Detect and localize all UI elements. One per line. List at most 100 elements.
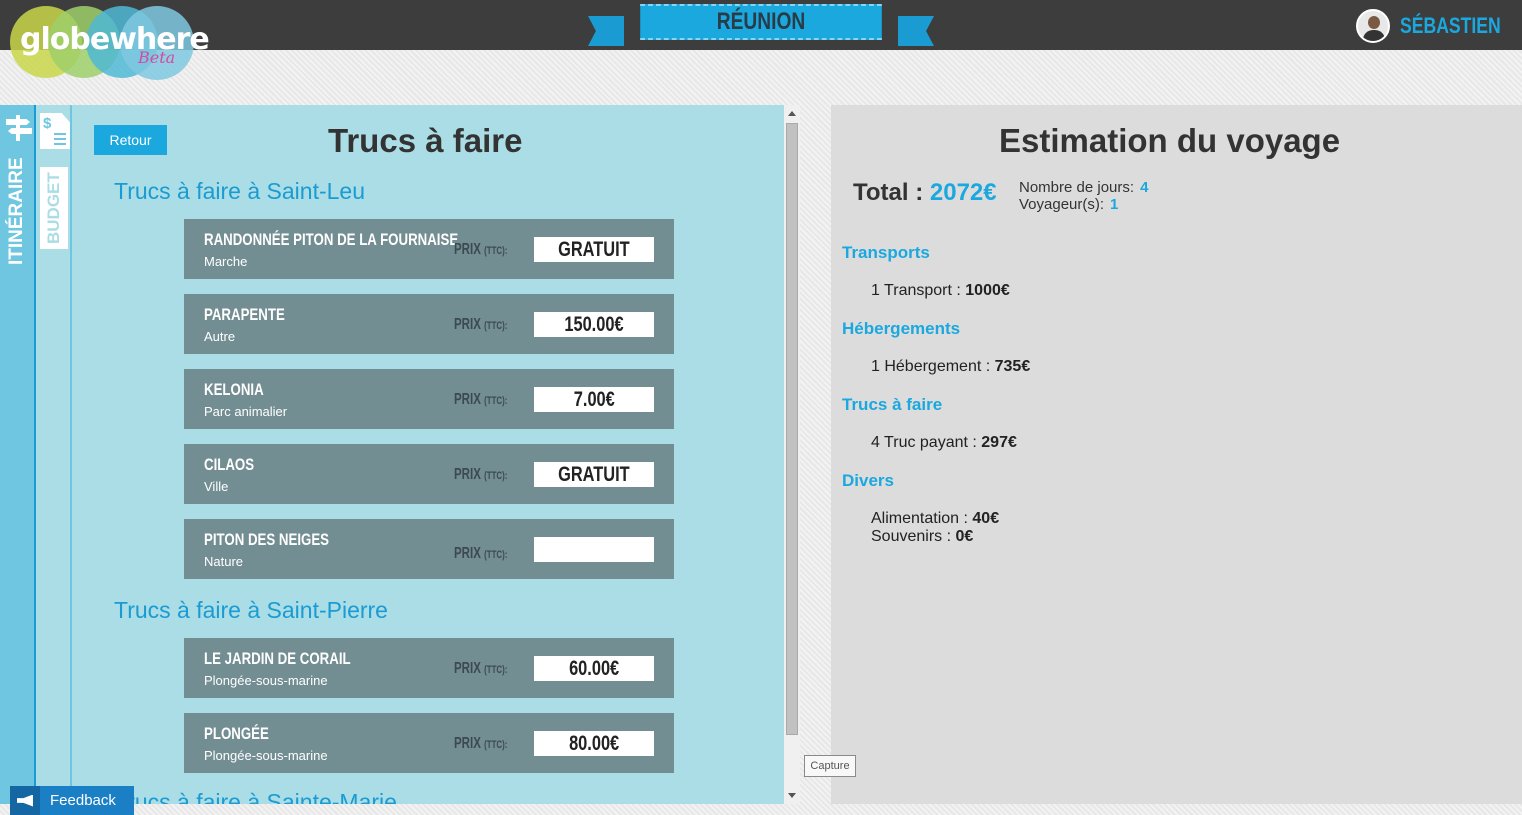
price-value: 60.00€ — [568, 657, 620, 680]
activities-scrollbar[interactable] — [784, 105, 800, 804]
travelers-count: Voyageur(s): 1 — [1019, 196, 1118, 213]
estimate-line-value: 40€ — [972, 510, 1000, 527]
logo-text: globewhere — [20, 22, 210, 57]
days-value: 4 — [1140, 179, 1149, 196]
scrollbar-thumb[interactable] — [786, 123, 798, 735]
price-input[interactable]: 7.00€ — [534, 387, 654, 412]
activity-name: LE JARDIN DE CORAIL — [204, 649, 351, 668]
destination-ribbon: RÉUNION — [588, 4, 934, 48]
days-label: Nombre de jours: — [1019, 179, 1135, 196]
username[interactable]: SÉBASTIEN — [1400, 13, 1501, 39]
price-label-suffix: (TTC): — [484, 395, 508, 407]
ribbon-tail-right — [898, 16, 934, 46]
user-menu[interactable]: SÉBASTIEN — [1356, 9, 1522, 43]
price-label-text: PRIX — [454, 735, 481, 752]
capture-tooltip: Capture — [804, 755, 856, 777]
activities-panel: ITINÉRAIRE $ BUDGET Retour Trucs à faire… — [0, 105, 784, 804]
price-label-suffix: (TTC): — [484, 245, 508, 257]
activity-category: Plongée-sous-marine — [204, 673, 328, 688]
group-title-saint-leu: Trucs à faire à Saint-Leu — [114, 178, 365, 204]
days-count: Nombre de jours: 4 — [1019, 179, 1148, 196]
price-label-suffix: (TTC): — [484, 320, 508, 332]
activity-card[interactable]: LE JARDIN DE CORAIL Plongée-sous-marine … — [184, 638, 674, 698]
activity-category: Autre — [204, 329, 236, 344]
estimate-line-value: 297€ — [981, 434, 1017, 451]
activity-card[interactable]: PLONGÉE Plongée-sous-marine PRIX (TTC): … — [184, 713, 674, 773]
scroll-down-icon[interactable] — [788, 793, 796, 798]
price-label-suffix: (TTC): — [484, 549, 508, 561]
document-lines — [54, 133, 66, 135]
estimate-line-value: 0€ — [955, 528, 974, 545]
activity-category: Plongée-sous-marine — [204, 748, 328, 763]
price-label-suffix: (TTC): — [484, 664, 508, 676]
activity-name: PLONGÉE — [204, 724, 269, 743]
price-label-text: PRIX — [454, 545, 481, 562]
total-label: Total : — [853, 179, 924, 206]
activity-name: RANDONNÉE PITON DE LA FOURNAISE — [204, 230, 459, 249]
activity-name: PARAPENTE — [204, 305, 285, 324]
price-input[interactable]: 60.00€ — [534, 656, 654, 681]
back-button[interactable]: Retour — [94, 125, 167, 155]
price-label: PRIX (TTC): — [454, 466, 507, 484]
price-label: PRIX (TTC): — [454, 241, 507, 259]
globewhere-logo[interactable]: globewhere Beta — [8, 4, 210, 80]
budget-document-icon[interactable]: $ — [40, 113, 70, 149]
price-label-text: PRIX — [454, 660, 481, 677]
activity-card[interactable]: RANDONNÉE PITON DE LA FOURNAISE Marche P… — [184, 219, 674, 279]
estimate-line: 1 Transport : 1000€ — [871, 282, 1010, 300]
price-value: 7.00€ — [573, 388, 615, 411]
activity-category: Parc animalier — [204, 404, 288, 419]
price-label: PRIX (TTC): — [454, 391, 507, 409]
tab-itinerary[interactable]: ITINÉRAIRE — [6, 157, 28, 265]
activity-category: Ville — [204, 479, 229, 494]
travelers-label: Voyageur(s): — [1019, 196, 1105, 213]
price-value: 150.00€ — [564, 313, 624, 336]
ribbon-tail-left — [588, 16, 624, 46]
estimate-line: Alimentation : 40€ — [871, 510, 999, 528]
price-label: PRIX (TTC): — [454, 545, 507, 563]
activity-card[interactable]: PARAPENTE Autre PRIX (TTC): 150.00€ — [184, 294, 674, 354]
page-title: Trucs à faire — [328, 122, 523, 159]
activity-card[interactable]: CILAOS Ville PRIX (TTC): GRATUIT — [184, 444, 674, 504]
price-value: 80.00€ — [568, 732, 620, 755]
estimate-line-label: 1 Transport : — [871, 282, 966, 299]
travelers-value: 1 — [1110, 196, 1119, 213]
group-title-saint-pierre: Trucs à faire à Saint-Pierre — [114, 597, 388, 623]
estimate-title: Estimation du voyage — [999, 122, 1341, 159]
estimate-line-label: Alimentation : — [871, 510, 973, 527]
category-trucs-a-faire: Trucs à faire — [842, 395, 943, 414]
estimate-line-value: 735€ — [994, 358, 1031, 375]
tab-budget[interactable]: BUDGET — [40, 167, 68, 249]
price-input[interactable]: GRATUIT — [534, 462, 654, 487]
price-label-suffix: (TTC): — [484, 470, 508, 482]
price-input[interactable]: 150.00€ — [534, 312, 654, 337]
price-input[interactable] — [534, 537, 654, 562]
estimate-line: 1 Hébergement : 735€ — [871, 358, 1030, 376]
tab-budget-label: BUDGET — [44, 172, 63, 244]
price-label-text: PRIX — [454, 466, 481, 483]
price-label: PRIX (TTC): — [454, 316, 507, 334]
activity-name: CILAOS — [204, 455, 255, 474]
activity-name: KELONIA — [204, 380, 264, 399]
megaphone-icon — [10, 786, 40, 815]
price-value: GRATUIT — [558, 238, 630, 261]
activity-category: Nature — [204, 554, 244, 569]
total-value: 2072€ — [929, 179, 997, 206]
price-label-text: PRIX — [454, 241, 481, 258]
price-label-text: PRIX — [454, 391, 481, 408]
estimate-panel: Estimation du voyage Total : 2072€ Nombr… — [831, 105, 1522, 804]
avatar[interactable] — [1356, 9, 1390, 43]
price-input[interactable]: 80.00€ — [534, 731, 654, 756]
price-label: PRIX (TTC): — [454, 735, 507, 753]
activity-card[interactable]: KELONIA Parc animalier PRIX (TTC): 7.00€ — [184, 369, 674, 429]
itinerary-rail[interactable]: ITINÉRAIRE — [0, 105, 36, 804]
scroll-up-icon[interactable] — [788, 111, 796, 116]
price-input[interactable]: GRATUIT — [534, 237, 654, 262]
feedback-button[interactable]: Feedback — [10, 786, 134, 815]
estimate-line: Souvenirs : 0€ — [871, 528, 973, 546]
activity-card[interactable]: PITON DES NEIGES Nature PRIX (TTC): — [184, 519, 674, 579]
signpost-icon[interactable] — [4, 113, 34, 143]
price-label-suffix: (TTC): — [484, 739, 508, 751]
megaphone-shape — [17, 794, 33, 807]
estimate-line-value: 1000€ — [965, 282, 1010, 299]
